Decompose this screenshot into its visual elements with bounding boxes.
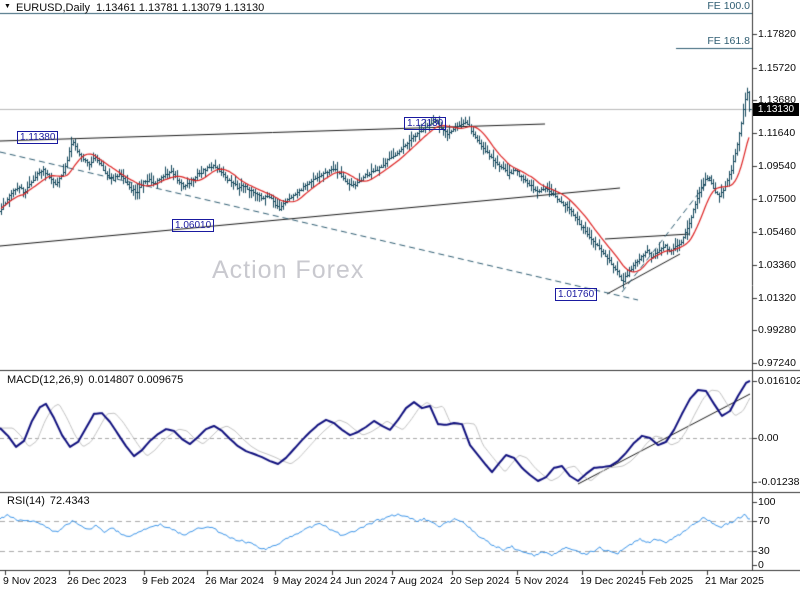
date-axis-label: 19 Dec 2024 (580, 575, 640, 587)
price-axis-label: 1.01320 (758, 292, 796, 304)
macd-axis-label: -0.012381 (758, 476, 800, 488)
rsi-axis-label: 0 (758, 559, 764, 571)
price-axis-label: 0.99280 (758, 324, 796, 336)
price-level-label[interactable]: 1.11380 (17, 131, 58, 144)
price-axis-label: 1.17820 (758, 28, 796, 40)
price-axis-label: 1.15720 (758, 62, 796, 74)
macd-indicator-label: MACD(12,26,9) 0.014807 0.009675 (7, 374, 183, 386)
price-axis-label: 1.03360 (758, 259, 796, 271)
date-axis-label: 24 Jun 2024 (330, 575, 388, 587)
symbol-dropdown-icon[interactable]: ▼ (4, 3, 11, 10)
chart-title: EURUSD,Daily 1.13461 1.13781 1.13079 1.13… (16, 2, 264, 14)
date-axis-label: 26 Dec 2023 (67, 575, 127, 587)
macd-axis-label: 0.00 (758, 432, 778, 444)
date-axis-label: 5 Nov 2024 (515, 575, 569, 587)
price-axis-label: 1.05460 (758, 226, 796, 238)
price-axis-label: 0.97240 (758, 357, 796, 369)
price-level-label[interactable]: 1.12130 (404, 117, 446, 130)
rsi-name: RSI(14) (7, 495, 45, 507)
rsi-indicator-label: RSI(14) 72.4343 (7, 495, 90, 507)
rsi-axis-label: 30 (758, 545, 770, 557)
rsi-axis-label: 70 (758, 515, 770, 527)
price-axis-label: 1.07500 (758, 193, 796, 205)
date-axis-label: 20 Sep 2024 (450, 575, 510, 587)
date-axis-label: 9 May 2024 (273, 575, 328, 587)
rsi-value: 72.4343 (50, 495, 90, 507)
price-level-label[interactable]: 1.01760 (555, 288, 597, 301)
date-axis-label: 7 Aug 2024 (390, 575, 443, 587)
rsi-axis-label: 100 (758, 496, 776, 508)
chart-window: Action Forex ▼ EURUSD,Daily1.13461 1.137… (0, 0, 800, 600)
price-axis-label: 1.09540 (758, 160, 796, 172)
fib-extension-100-label[interactable]: FE 100.0 (707, 0, 750, 12)
symbol-timeframe-label: EURUSD,Daily (16, 2, 90, 14)
macd-axis-label: 0.016102 (758, 375, 800, 387)
price-axis-label: 1.11640 (758, 127, 795, 139)
date-axis-label: 21 Mar 2025 (705, 575, 764, 587)
current-price-badge: 1.13130 (753, 103, 799, 116)
price-level-label[interactable]: 1.06010 (172, 219, 214, 232)
date-axis-label: 5 Feb 2025 (640, 575, 693, 587)
macd-values: 0.014807 0.009675 (88, 374, 183, 386)
ohlc-values: 1.13461 1.13781 1.13079 1.13130 (96, 2, 264, 14)
fib-extension-161-label[interactable]: FE 161.8 (707, 35, 750, 47)
date-axis-label: 26 Mar 2024 (205, 575, 264, 587)
macd-name: MACD(12,26,9) (7, 374, 83, 386)
date-axis-label: 9 Nov 2023 (3, 575, 57, 587)
date-axis-label: 9 Feb 2024 (142, 575, 195, 587)
chart-canvas (0, 0, 800, 600)
